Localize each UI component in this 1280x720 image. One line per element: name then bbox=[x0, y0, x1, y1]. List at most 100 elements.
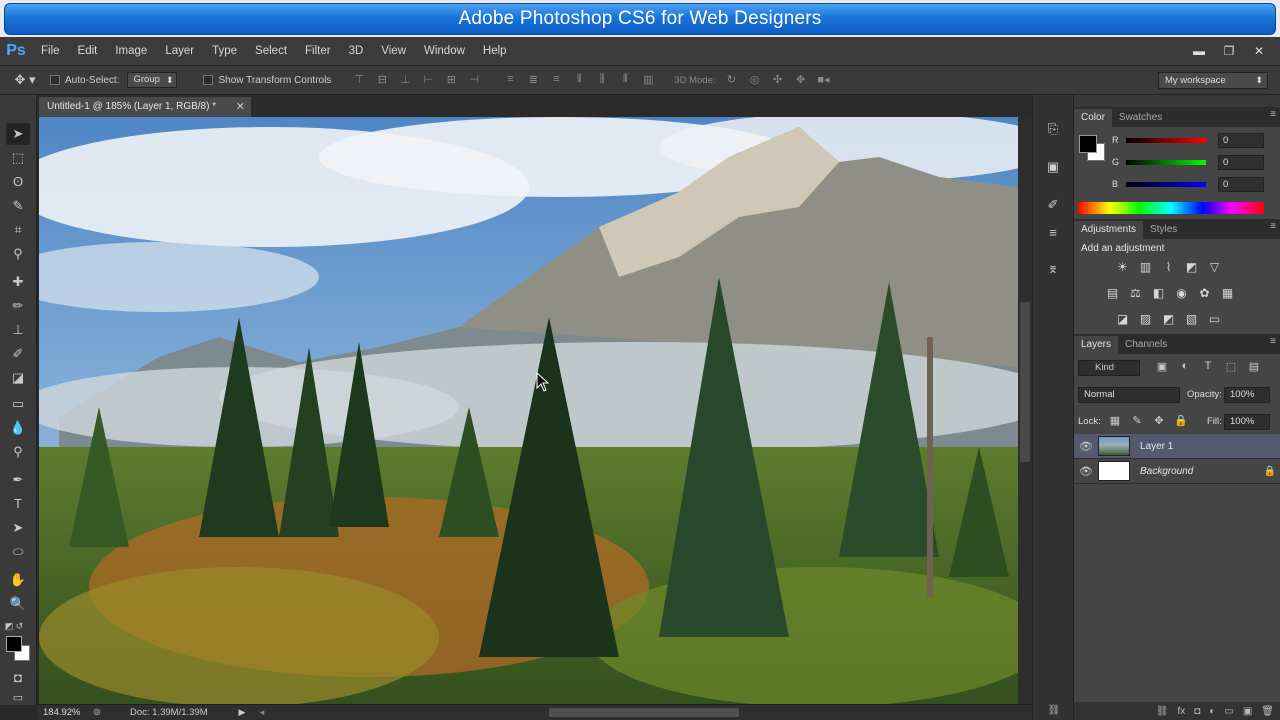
gradient-tool-icon[interactable]: ▭ bbox=[6, 393, 30, 415]
tab-layers[interactable]: Layers bbox=[1074, 336, 1119, 354]
marquee-tool-icon[interactable]: ⬚ bbox=[6, 147, 30, 169]
filter-smart-object-icon[interactable]: ▤ bbox=[1246, 360, 1262, 373]
properties-panel-icon[interactable]: ▣ bbox=[1042, 157, 1064, 177]
lock-transparent-icon[interactable]: ▦ bbox=[1108, 414, 1122, 427]
blur-tool-icon[interactable]: 💧 bbox=[6, 417, 30, 439]
status-info-icon[interactable]: ⊚ bbox=[82, 707, 112, 718]
new-adjustment-icon[interactable]: ◐ bbox=[1209, 706, 1215, 717]
show-transform-box[interactable] bbox=[203, 75, 214, 85]
quick-mask-icon[interactable]: ◘ bbox=[6, 667, 30, 689]
menu-edit[interactable]: Edit bbox=[69, 45, 107, 57]
zoom-level[interactable]: 184.92% bbox=[37, 707, 82, 718]
link-layers-icon[interactable]: ⛓ bbox=[1156, 706, 1169, 717]
layer-style-icon[interactable]: fx bbox=[1178, 706, 1186, 717]
brush-presets-icon[interactable]: ≡ bbox=[1042, 223, 1064, 243]
align-left-icon[interactable]: ⊢ bbox=[420, 73, 436, 87]
eraser-tool-icon[interactable]: ◪ bbox=[6, 367, 30, 389]
history-brush-tool-icon[interactable]: ✐ bbox=[6, 343, 30, 365]
workspace-select[interactable]: My workspace bbox=[1158, 72, 1268, 89]
brush-panel-icon[interactable]: ✐ bbox=[1042, 195, 1064, 215]
pen-tool-icon[interactable]: ✒ bbox=[6, 469, 30, 491]
distribute-bottom-icon[interactable]: ≡ bbox=[548, 73, 564, 87]
color-panel-menu-icon[interactable]: ≡ bbox=[1270, 109, 1276, 120]
show-transform-checkbox[interactable]: Show Transform Controls bbox=[203, 75, 331, 86]
filter-adjustment-icon[interactable]: ◐ bbox=[1177, 360, 1193, 373]
fill-field[interactable]: 100% bbox=[1224, 414, 1270, 430]
tab-channels[interactable]: Channels bbox=[1118, 336, 1174, 354]
blue-slider[interactable] bbox=[1126, 181, 1206, 187]
color-balance-icon[interactable]: ⚖ bbox=[1127, 285, 1144, 301]
foreground-color-swatch[interactable] bbox=[6, 636, 22, 652]
auto-select-mode-select[interactable]: Group bbox=[127, 72, 178, 88]
tab-swatches[interactable]: Swatches bbox=[1112, 109, 1169, 127]
move-tool-icon[interactable]: ✥ ▾ bbox=[0, 72, 50, 88]
horizontal-scroll-thumb[interactable] bbox=[549, 708, 739, 717]
color-panel-foreground[interactable] bbox=[1079, 135, 1097, 153]
auto-align-icon[interactable]: ▥ bbox=[640, 73, 656, 87]
tab-styles[interactable]: Styles bbox=[1143, 221, 1184, 239]
align-hcenter-icon[interactable]: ⊞ bbox=[443, 73, 459, 87]
scroll-left-icon[interactable]: ◂ bbox=[252, 707, 272, 718]
brightness-icon[interactable]: ☀ bbox=[1114, 259, 1131, 275]
distribute-top-icon[interactable]: ≡ bbox=[502, 73, 518, 87]
menu-filter[interactable]: Filter bbox=[296, 45, 340, 57]
default-colors-icon[interactable]: ◩ ↺ bbox=[2, 615, 26, 637]
red-value-field[interactable]: 0 bbox=[1218, 132, 1264, 148]
blend-mode-select[interactable]: Normal bbox=[1078, 387, 1180, 403]
zoom-tool-icon[interactable]: 🔍 bbox=[6, 593, 30, 615]
history-panel-icon[interactable]: ⎘ bbox=[1042, 119, 1064, 139]
clone-source-icon[interactable]: ⌆ bbox=[1042, 259, 1064, 279]
lasso-tool-icon[interactable]: ʘ bbox=[6, 171, 30, 193]
menu-view[interactable]: View bbox=[372, 45, 415, 57]
3d-slide-icon[interactable]: ✥ bbox=[793, 73, 809, 87]
opacity-field[interactable]: 100% bbox=[1224, 387, 1270, 403]
menu-layer[interactable]: Layer bbox=[156, 45, 203, 57]
screen-mode-icon[interactable]: ▭ bbox=[6, 691, 30, 705]
restore-icon[interactable]: ❐ bbox=[1214, 44, 1244, 58]
green-slider[interactable] bbox=[1126, 159, 1206, 165]
filter-type-icon[interactable]: T bbox=[1200, 360, 1216, 373]
distribute-right-icon[interactable]: ⫴ bbox=[617, 73, 633, 87]
gradient-map-icon[interactable]: ▭ bbox=[1206, 311, 1223, 327]
channel-mixer-icon[interactable]: ✿ bbox=[1196, 285, 1213, 301]
adjustments-panel-menu-icon[interactable]: ≡ bbox=[1270, 221, 1276, 232]
3d-drag-icon[interactable]: ✣ bbox=[770, 73, 786, 87]
3d-scale-icon[interactable]: ■◂ bbox=[816, 73, 832, 87]
lock-image-icon[interactable]: ✎ bbox=[1130, 414, 1144, 427]
move-tool-icon[interactable]: ➤ bbox=[6, 123, 30, 145]
brush-tool-icon[interactable]: ✏ bbox=[6, 295, 30, 317]
3d-rotate-icon[interactable]: ↻ bbox=[724, 73, 740, 87]
eyedropper-tool-icon[interactable]: ⚲ bbox=[6, 243, 30, 265]
close-tab-icon[interactable]: ✕ bbox=[236, 97, 245, 117]
document-tab[interactable]: Untitled-1 @ 185% (Layer 1, RGB/8) * ✕ bbox=[39, 97, 251, 117]
distribute-left-icon[interactable]: ⫴ bbox=[571, 73, 587, 87]
path-select-tool-icon[interactable]: ➤ bbox=[6, 517, 30, 539]
3d-roll-icon[interactable]: ◎ bbox=[747, 73, 763, 87]
add-mask-icon[interactable]: ◘ bbox=[1194, 706, 1200, 717]
exposure-icon[interactable]: ◩ bbox=[1183, 259, 1200, 275]
auto-select-checkbox[interactable]: Auto-Select: bbox=[50, 75, 119, 86]
new-group-icon[interactable]: ▭ bbox=[1224, 706, 1233, 717]
menu-3d[interactable]: 3D bbox=[340, 45, 373, 57]
menu-select[interactable]: Select bbox=[246, 45, 296, 57]
close-icon[interactable]: ✕ bbox=[1244, 44, 1274, 58]
visibility-eye-icon[interactable]: 👁 bbox=[1074, 440, 1098, 453]
tab-adjustments[interactable]: Adjustments bbox=[1074, 221, 1144, 239]
lock-position-icon[interactable]: ✥ bbox=[1152, 414, 1166, 427]
align-bottom-icon[interactable]: ⊥ bbox=[397, 73, 413, 87]
layer-filter-kind-select[interactable]: Kind bbox=[1078, 360, 1140, 376]
menu-help[interactable]: Help bbox=[474, 45, 516, 57]
clone-stamp-tool-icon[interactable]: ⊥ bbox=[6, 319, 30, 341]
filter-shape-icon[interactable]: ⬚ bbox=[1223, 360, 1239, 373]
align-right-icon[interactable]: ⊣ bbox=[466, 73, 482, 87]
layer-row-background[interactable]: 👁 Background 🔒 bbox=[1074, 459, 1280, 484]
tab-color[interactable]: Color bbox=[1074, 109, 1112, 127]
menu-file[interactable]: File bbox=[32, 45, 69, 57]
invert-icon[interactable]: ◪ bbox=[1114, 311, 1131, 327]
shape-tool-icon[interactable]: ⬭ bbox=[6, 541, 30, 563]
layer-name[interactable]: Background bbox=[1140, 466, 1260, 477]
menu-window[interactable]: Window bbox=[415, 45, 474, 57]
dodge-tool-icon[interactable]: ⚲ bbox=[6, 441, 30, 463]
black-white-icon[interactable]: ◧ bbox=[1150, 285, 1167, 301]
lock-all-icon[interactable]: 🔒 bbox=[1174, 414, 1188, 427]
